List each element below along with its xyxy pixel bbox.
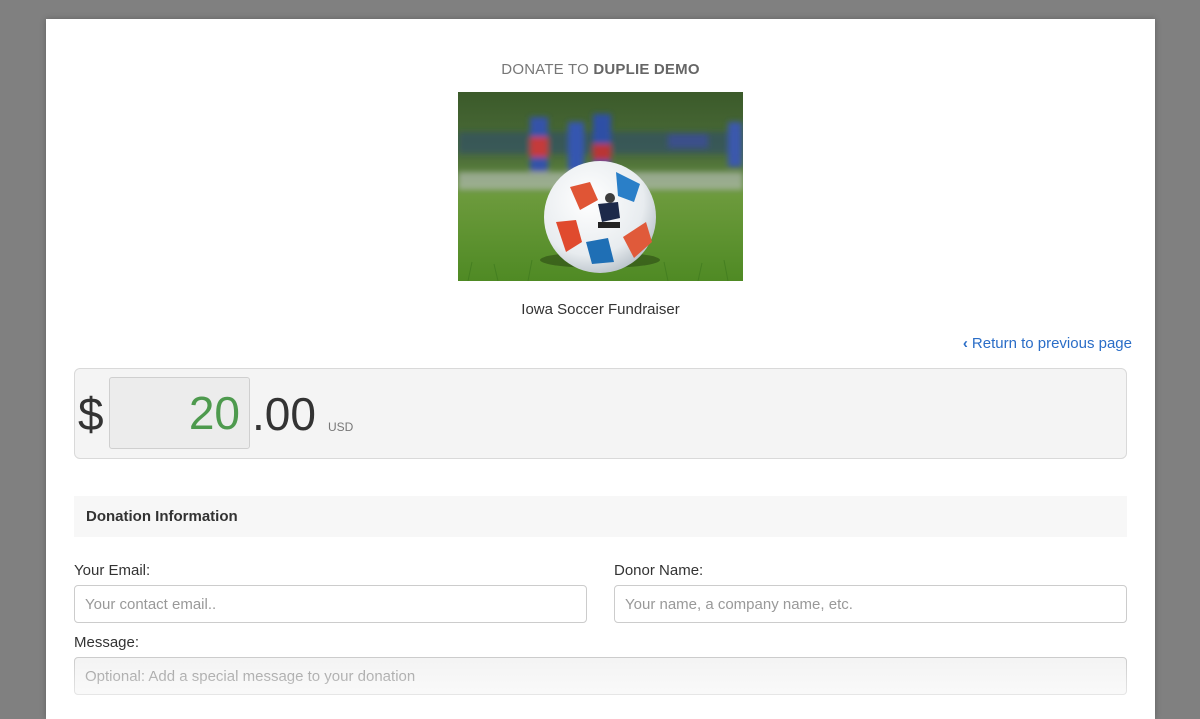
page-header: DONATE TO DUPLIE DEMO [46,61,1155,78]
donation-card: DONATE TO DUPLIE DEMO Iowa Soccer Fundra… [46,19,1155,719]
return-to-previous-page-link[interactable]: ‹ Return to previous page [963,335,1132,352]
currency-code: USD [328,420,354,434]
donor-name-field[interactable] [614,585,1127,623]
header-prefix: DONATE TO [501,61,589,78]
campaign-image [458,92,743,281]
message-field[interactable] [74,657,1127,695]
donation-information-heading: Donation Information [74,496,1127,537]
amount-cents: .00 [252,388,316,440]
donation-amount-input[interactable] [109,377,250,449]
currency-symbol: $ [78,388,104,440]
campaign-name: Iowa Soccer Fundraiser [521,301,680,318]
back-link-label: Return to previous page [971,335,1132,352]
email-label: Your Email: [74,562,151,579]
message-label: Message: [74,634,140,651]
chevron-left-icon: ‹ [962,335,968,352]
amount-panel: $ .00 USD [74,368,1127,459]
donor-name-label: Donor Name: [614,562,704,579]
org-name: DUPLIE DEMO [593,61,700,78]
email-field[interactable] [74,585,587,623]
soccer-ball-photo [458,92,743,281]
